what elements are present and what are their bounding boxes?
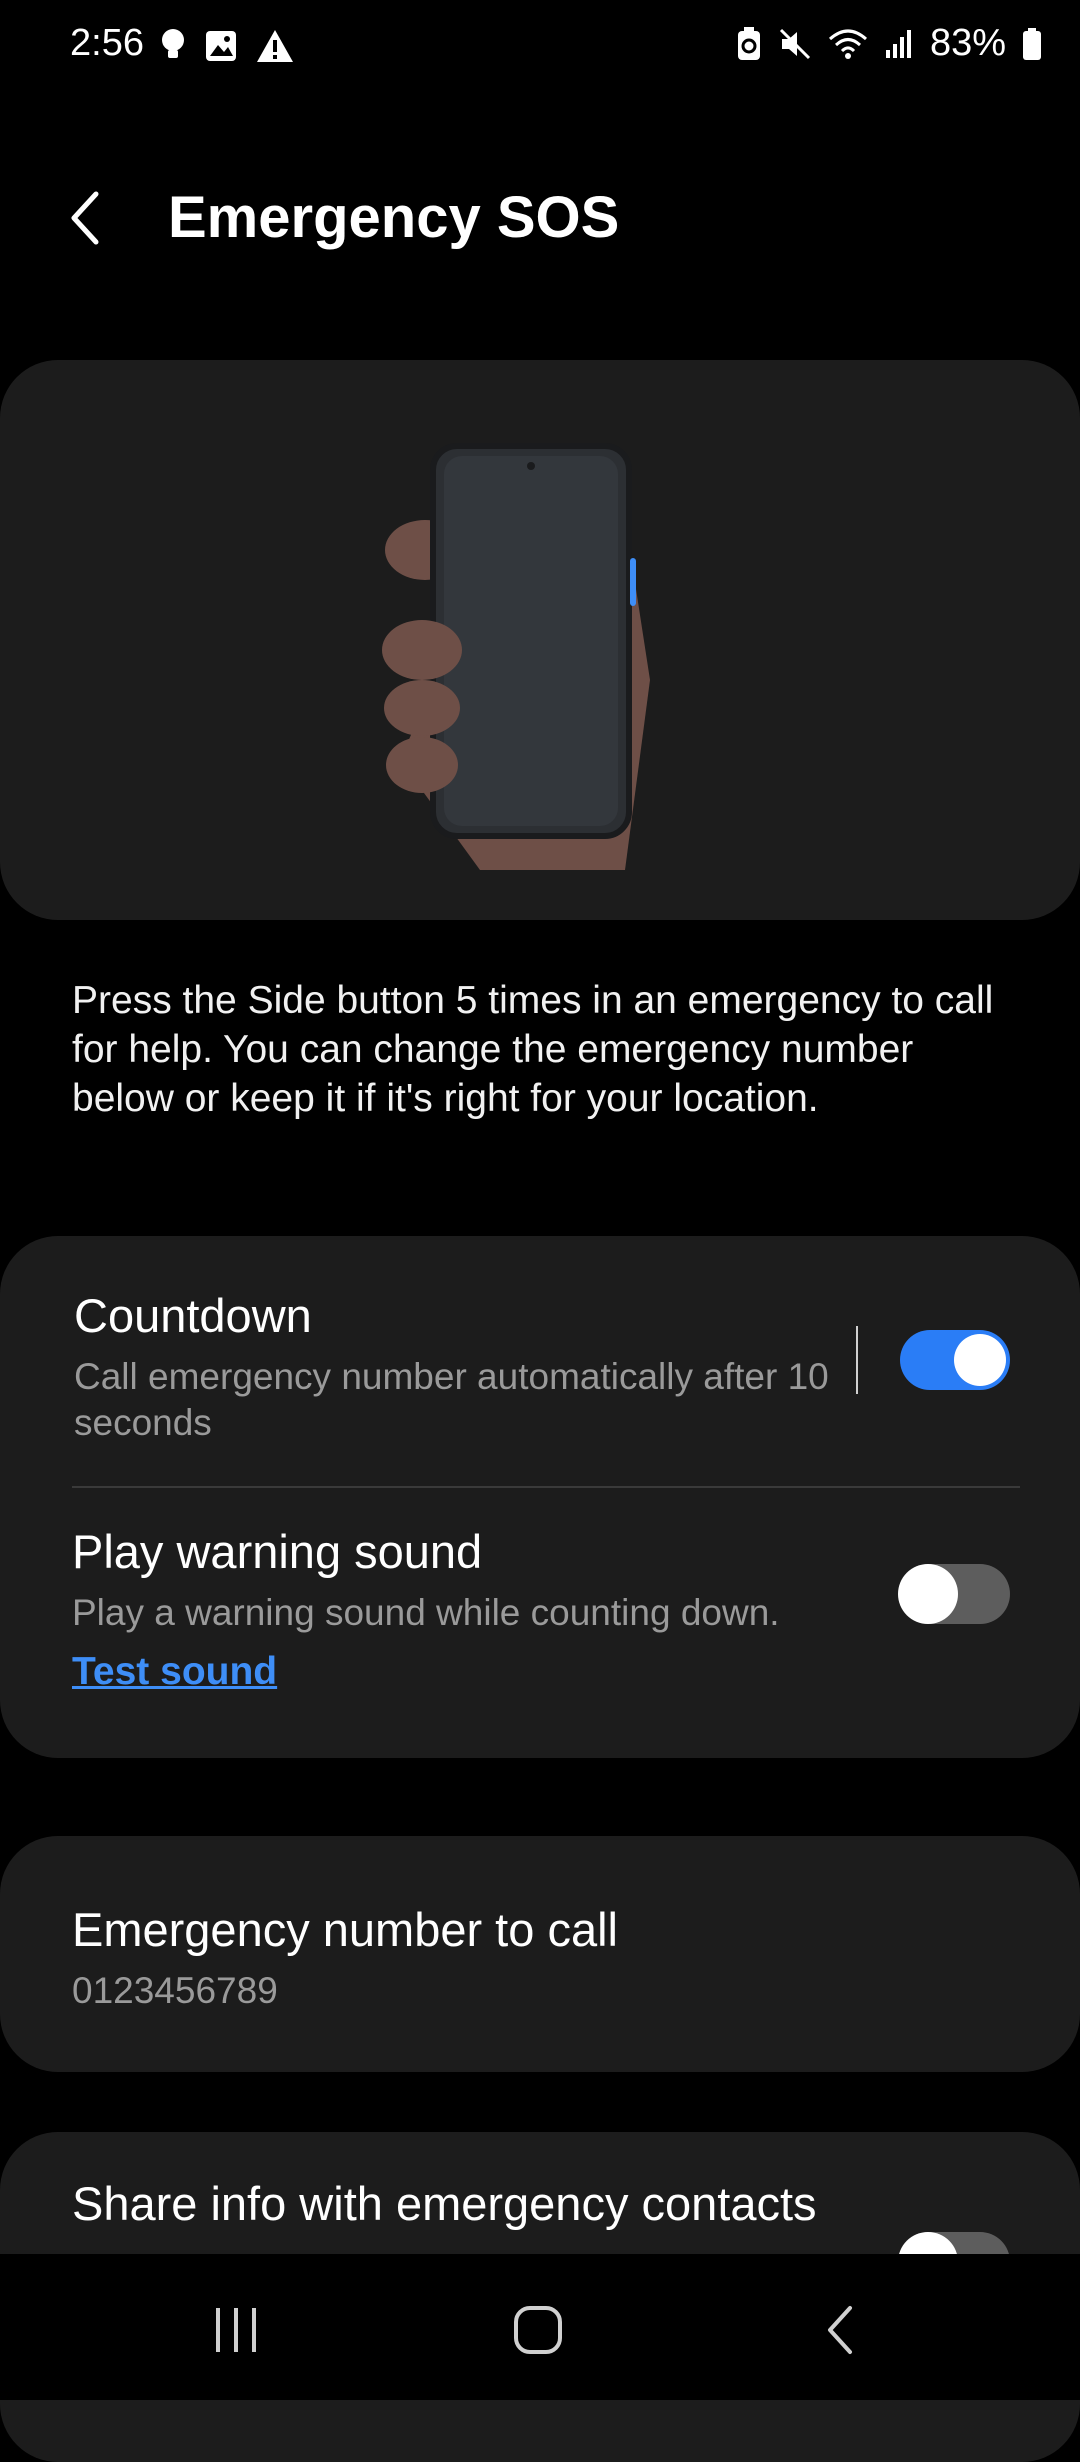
emergency-number-title: Emergency number to call	[72, 1903, 618, 1956]
status-time: 2:56	[70, 22, 144, 64]
countdown-title: Countdown	[74, 1289, 312, 1342]
page-title: Emergency SOS	[168, 185, 620, 250]
vertical-separator	[856, 1326, 858, 1394]
share-info-title: Share info with emergency contacts	[72, 2177, 817, 2230]
nav-back-button[interactable]	[812, 2300, 872, 2360]
test-sound-link[interactable]: Test sound	[72, 1650, 277, 1694]
home-button[interactable]	[508, 2300, 568, 2360]
wifi-icon	[828, 29, 867, 59]
divider	[72, 1486, 1020, 1488]
countdown-subtitle: Call emergency number automatically afte…	[74, 1356, 829, 1443]
mute-icon	[779, 28, 810, 59]
illustration-card	[0, 360, 1080, 920]
home-icon	[514, 2306, 562, 2354]
notification-icons	[160, 28, 294, 64]
warning-icon	[257, 30, 293, 62]
bulb-icon	[162, 29, 184, 58]
navigation-bar	[0, 2254, 1080, 2400]
description-text: Press the Side button 5 times in an emer…	[72, 979, 994, 1120]
emergency-number-card[interactable]: Emergency number to call 0123456789	[0, 1836, 1080, 2072]
signal-icon	[885, 29, 911, 58]
countdown-toggle[interactable]	[900, 1330, 1010, 1390]
toggle-knob	[898, 1564, 958, 1624]
battery-saver-icon	[737, 26, 760, 60]
warning-sound-subtitle: Play a warning sound while counting down…	[72, 1592, 780, 1633]
back-icon	[828, 2306, 852, 2354]
system-icons: 83%	[736, 22, 1042, 65]
back-button[interactable]	[60, 188, 120, 248]
status-bar: 2:56 83%	[0, 0, 1080, 96]
emergency-number-value: 0123456789	[72, 1970, 278, 2011]
battery-percentage: 83%	[929, 22, 1006, 64]
image-icon	[206, 31, 236, 61]
recent-apps-button[interactable]	[206, 2300, 266, 2360]
chevron-left-icon	[71, 191, 99, 245]
toggle-knob	[954, 1334, 1006, 1386]
hand-holding-phone-illustration	[382, 443, 650, 870]
recent-apps-icon	[216, 2308, 256, 2352]
battery-icon	[1023, 27, 1041, 60]
warning-sound-title: Play warning sound	[72, 1525, 483, 1578]
warning-sound-toggle[interactable]	[898, 1564, 1010, 1624]
top-bar: Emergency SOS	[0, 150, 1080, 290]
